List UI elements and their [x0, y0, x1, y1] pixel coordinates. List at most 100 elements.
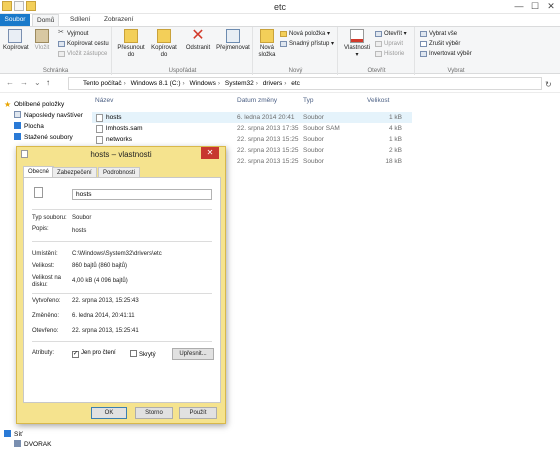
nav-favorites[interactable]: ★ Oblíbené položky	[4, 100, 64, 110]
cancel-button[interactable]: Storno	[135, 407, 173, 419]
list-item[interactable]: lmhosts.sam 22. srpna 2013 17:35 Soubor …	[92, 123, 412, 134]
location-label: Umístění:	[32, 251, 58, 257]
breadcrumb-this-pc[interactable]: Tento počítač	[83, 80, 122, 87]
easy-access-icon	[280, 41, 287, 47]
copy-button[interactable]: Kopírovat	[3, 29, 29, 52]
opens-value: hosts	[72, 228, 87, 234]
list-item[interactable]: networks 22. srpna 2013 15:25 Soubor 1 k…	[92, 134, 412, 145]
close-icon: ✕	[206, 148, 214, 157]
new-folder-icon	[260, 29, 274, 43]
recent-locations-button[interactable]: ⌄	[34, 78, 41, 87]
tab-home[interactable]: Domů	[32, 14, 60, 26]
column-type[interactable]: Typ	[303, 97, 313, 104]
breadcrumb-system32[interactable]: System32	[225, 80, 254, 87]
group-open: Vlastnosti ▾ Otevřít ▾ Upravit Historie …	[339, 27, 415, 75]
created-label: Vytvořeno:	[32, 298, 61, 304]
cut-button[interactable]: ✂ Vyjmout	[58, 29, 88, 38]
delete-x-icon: ✕	[191, 27, 205, 44]
address-bar[interactable]: Tento počítač › Windows 8.1 (C:) › Windows…	[68, 77, 542, 90]
list-item[interactable]: hosts 6. ledna 2014 20:41 Soubor 1 kB	[92, 112, 412, 123]
new-folder-button[interactable]: Nová složka	[256, 29, 278, 59]
group-label-open: Otevřít	[367, 68, 386, 74]
tab-view[interactable]: Zobrazení	[100, 14, 137, 26]
advanced-button[interactable]: Upřesnit...	[172, 348, 214, 360]
network-icon	[4, 430, 11, 437]
tab-file[interactable]: Soubor	[0, 14, 30, 26]
up-button[interactable]: ↑	[46, 78, 50, 87]
nav-network[interactable]: Síť	[4, 430, 23, 440]
properties-button[interactable]: Vlastnosti ▾	[342, 29, 372, 59]
invert-selection-icon	[420, 51, 427, 57]
paste-shortcut-button[interactable]: Vložit zástupce	[58, 50, 107, 58]
rename-button[interactable]: Přejmenovat	[215, 29, 251, 52]
apply-button[interactable]: Použít	[179, 407, 217, 419]
desktop-icon	[14, 122, 21, 129]
attributes-label: Atributy:	[32, 350, 55, 356]
copy-folder-icon	[157, 29, 171, 43]
nav-recent[interactable]: Naposledy navštíver	[14, 111, 83, 121]
column-date[interactable]: Datum změny	[237, 97, 277, 104]
column-name[interactable]: Název	[95, 97, 113, 104]
copy-path-button[interactable]: Kopírovat cestu	[58, 40, 109, 48]
refresh-button[interactable]: ↻	[545, 80, 552, 89]
ok-button[interactable]: OK	[91, 407, 127, 419]
copy-path-icon	[58, 41, 65, 47]
scissors-icon: ✂	[58, 29, 64, 36]
select-all-button[interactable]: Vybrat vše	[420, 30, 457, 38]
forward-button[interactable]: →	[20, 78, 28, 87]
minimize-button[interactable]: —	[514, 1, 524, 12]
disk-size-label: Velikost na disku:	[32, 275, 62, 288]
group-label-organize: Uspořádat	[168, 68, 197, 74]
nav-dvorak[interactable]: DVORAK	[14, 440, 51, 449]
divider	[32, 293, 212, 294]
divider	[32, 241, 212, 242]
tab-share[interactable]: Sdílení	[66, 14, 94, 26]
breadcrumb-etc[interactable]: etc	[291, 80, 300, 87]
open-button[interactable]: Otevřít ▾	[375, 30, 407, 38]
edit-button[interactable]: Upravit	[375, 40, 403, 48]
group-select: Vybrat vše Zrušit výběr Invertovat výběr…	[416, 27, 496, 75]
recent-places-icon	[14, 111, 21, 118]
select-none-button[interactable]: Zrušit výběr	[420, 40, 460, 48]
file-name-field[interactable]: hosts	[72, 189, 212, 200]
dialog-close-button[interactable]: ✕	[201, 147, 219, 159]
maximize-button[interactable]: ☐	[530, 1, 540, 12]
file-type-value: Soubor	[72, 215, 92, 221]
copy-icon	[8, 29, 22, 43]
window-title: etc	[273, 2, 286, 12]
back-button[interactable]: ←	[6, 78, 14, 87]
paste-button[interactable]: Vložit	[32, 29, 52, 52]
group-new: Nová složka Nová položka ▾ Snadný přístu…	[254, 27, 338, 75]
file-icon	[96, 114, 103, 122]
breadcrumb-windows[interactable]: Windows	[190, 80, 216, 87]
address-row: ← → ⌄ ↑ Tento počítač › Windows 8.1 (C:) ›…	[0, 75, 560, 93]
hidden-checkbox[interactable]: Skrytý	[130, 350, 156, 358]
new-item-button[interactable]: Nová položka ▾	[280, 30, 330, 38]
nav-desktop[interactable]: Plocha	[14, 122, 44, 132]
select-none-icon	[420, 41, 427, 47]
copy-to-button[interactable]: Kopírovat do	[149, 29, 179, 59]
delete-button[interactable]: ✕ Odstranit	[183, 27, 213, 52]
general-panel: hosts Typ souboru: Soubor Popis: hosts U…	[23, 177, 221, 403]
easy-access-button[interactable]: Snadný přístup ▾	[280, 40, 334, 48]
breadcrumb-drive[interactable]: Windows 8.1 (C:)	[131, 80, 181, 87]
invert-selection-button[interactable]: Invertovat výběr	[420, 50, 472, 58]
checkmark-icon: ✓	[72, 351, 79, 358]
close-button[interactable]: ✕	[546, 1, 556, 12]
created-value: 22. srpna 2013, 15:25:43	[72, 298, 139, 304]
group-label-select: Vybrat	[447, 68, 465, 74]
readonly-checkbox[interactable]: ✓ Jen pro čtení	[72, 350, 116, 358]
history-button[interactable]: Historie	[375, 50, 404, 58]
downloads-icon	[14, 133, 21, 140]
history-icon	[375, 51, 382, 57]
modified-value: 6. ledna 2014, 20:41:11	[72, 313, 135, 319]
nav-downloads[interactable]: Stažené soubory	[14, 133, 73, 143]
properties-check-icon	[350, 29, 364, 43]
breadcrumb-drivers[interactable]: drivers	[263, 80, 283, 87]
ribbon-tabs: Soubor Domů Sdílení Zobrazení	[0, 14, 560, 26]
move-to-button[interactable]: Přesunout do	[116, 29, 146, 59]
group-label-new: Nový	[288, 68, 303, 74]
rename-icon	[226, 29, 240, 43]
move-folder-icon	[124, 29, 138, 43]
column-size[interactable]: Velikost	[367, 97, 389, 104]
